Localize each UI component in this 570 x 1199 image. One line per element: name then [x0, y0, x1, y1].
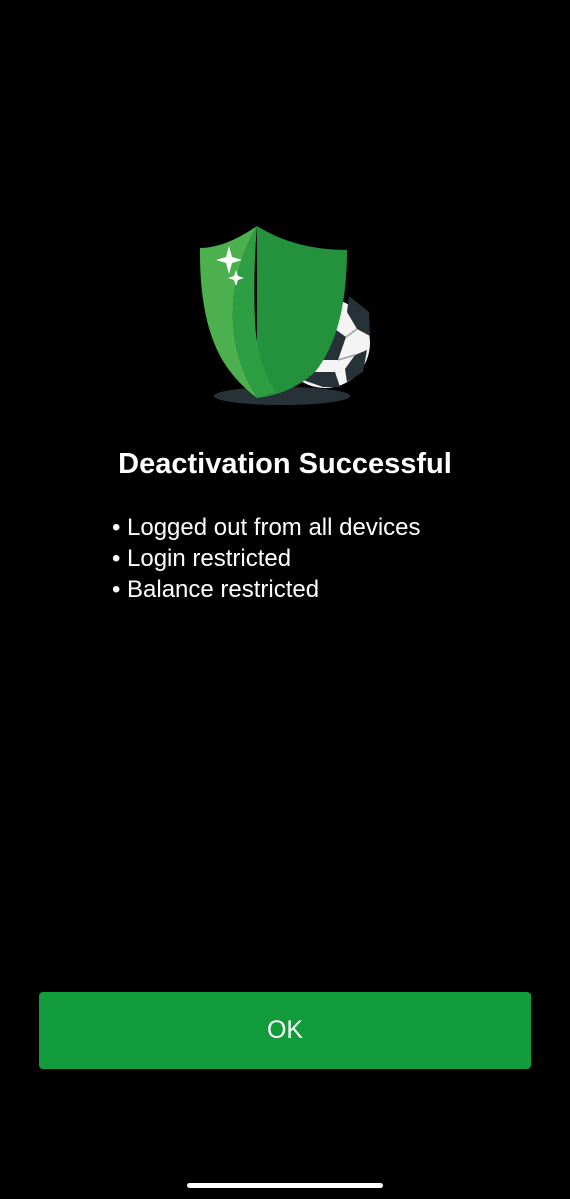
list-item-text: Logged out from all devices — [127, 514, 421, 541]
status-list: • Logged out from all devices • Login rest… — [112, 512, 421, 605]
shield-football-icon — [195, 222, 375, 412]
list-item: • Balance restricted — [112, 574, 421, 605]
bullet: • — [112, 576, 121, 603]
page-title: Deactivation Successful — [118, 448, 452, 480]
bullet: • — [112, 514, 121, 541]
list-item: • Login restricted — [112, 543, 421, 574]
list-item-text: Login restricted — [127, 545, 292, 572]
list-item: • Logged out from all devices — [112, 512, 421, 543]
home-indicator[interactable] — [187, 1183, 383, 1188]
deactivation-screen: Deactivation Successful • Logged out from… — [0, 0, 570, 1199]
list-item-text: Balance restricted — [127, 576, 320, 603]
ok-button[interactable]: OK — [39, 992, 531, 1069]
bullet: • — [112, 545, 121, 572]
